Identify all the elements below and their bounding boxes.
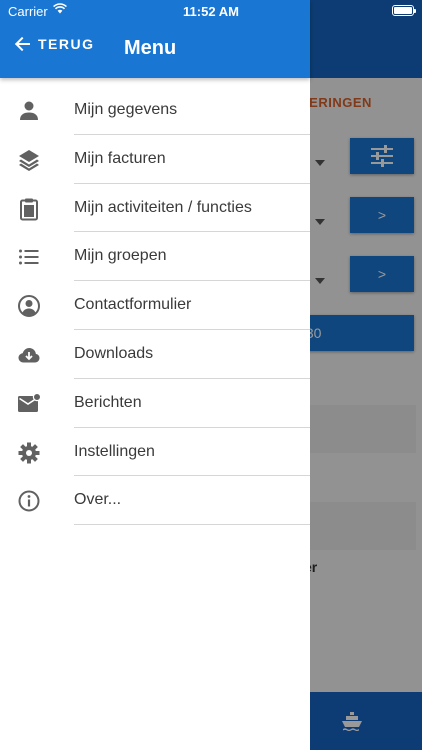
menu-item-over[interactable]: Over... [0,476,310,526]
layers-icon [17,148,41,172]
account-circle-icon [17,294,41,318]
menu-item-label: Mijn groepen [74,247,167,265]
cloud-download-icon [17,343,41,367]
menu-item-mijn-activiteiten[interactable]: Mijn activiteiten / functies [0,184,310,233]
menu-item-downloads[interactable]: Downloads [0,330,310,379]
menu-item-instellingen[interactable]: Instellingen [0,428,310,477]
menu-item-label: Over... [74,491,122,509]
person-icon [17,99,41,123]
mail-icon [17,392,41,416]
back-label: TERUG [38,36,95,52]
menu-item-contactformulier[interactable]: Contactformulier [0,281,310,330]
navigation-drawer: TERUG Menu Mijn gegevens Mijn facturen M… [0,0,310,750]
menu-item-label: Mijn facturen [74,149,166,167]
menu-item-mijn-gegevens[interactable]: Mijn gegevens [0,86,310,135]
divider [74,524,310,526]
menu-item-mijn-groepen[interactable]: Mijn groepen [0,232,310,282]
menu-item-label: Mijn activiteiten / functies [74,198,252,216]
status-bar: Carrier 11:52 AM [0,0,422,22]
menu-item-label: Downloads [74,344,154,362]
clock-time: 11:52 AM [183,4,239,19]
list-icon [17,245,41,269]
back-button[interactable]: TERUG [14,36,95,52]
drawer-title: Menu [124,37,177,59]
clipboard-icon [17,197,41,221]
back-arrow-icon [14,36,30,52]
menu-item-label: Instellingen [74,442,155,460]
menu-list: Mijn gegevens Mijn facturen Mijn activit… [0,86,310,526]
menu-item-label: Mijn gegevens [74,101,178,118]
menu-item-label: Contactformulier [74,296,192,314]
gear-icon [17,441,41,465]
menu-item-berichten[interactable]: Berichten [0,379,310,428]
menu-item-label: Berichten [74,393,142,411]
menu-item-mijn-facturen[interactable]: Mijn facturen [0,135,310,184]
info-icon [17,489,41,513]
battery-icon [392,5,416,16]
